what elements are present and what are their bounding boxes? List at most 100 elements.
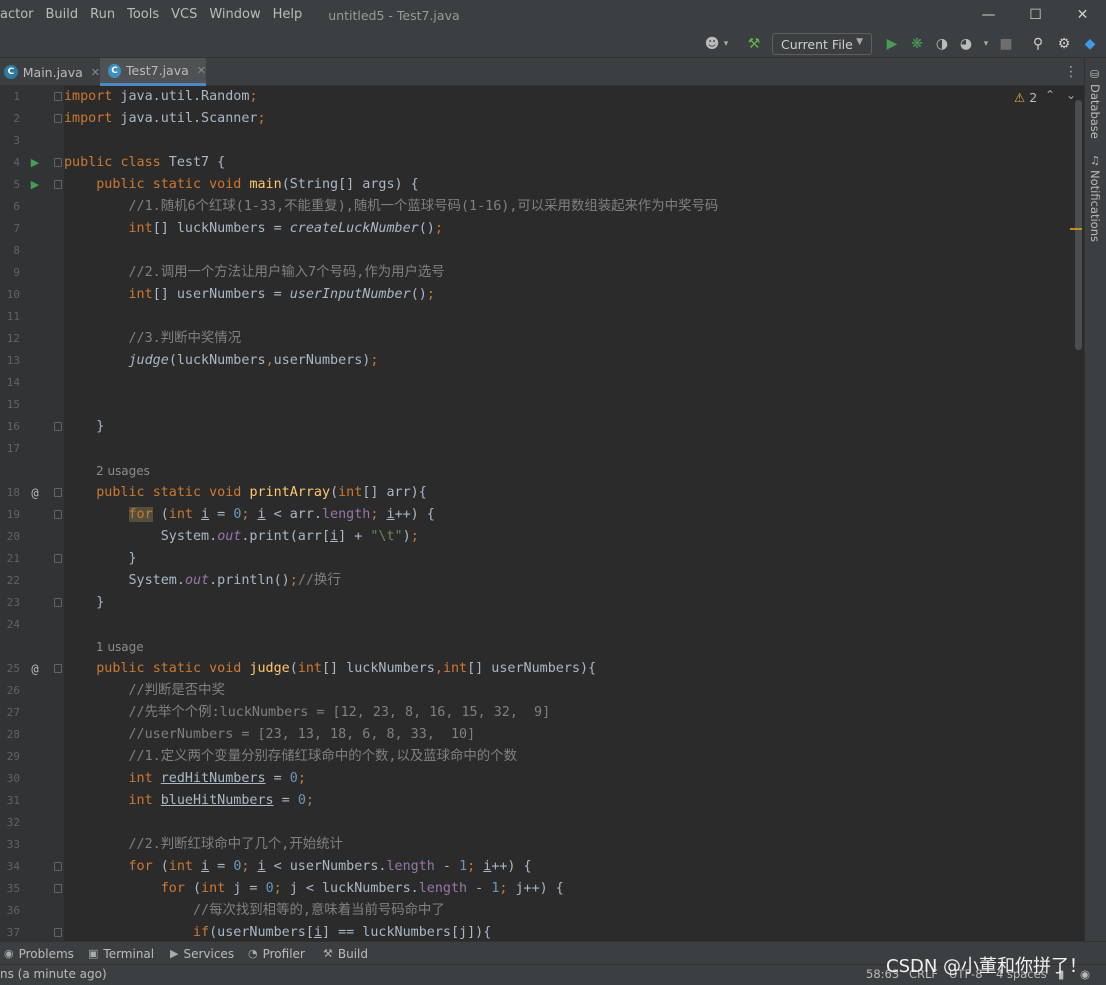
line-number[interactable]: 31 — [0, 790, 20, 812]
fold-marker-icon[interactable] — [54, 598, 62, 607]
code-line[interactable]: 25 @ public static void judge(int[] luckN… — [0, 658, 1076, 680]
fold-marker-icon[interactable] — [54, 114, 62, 123]
line-number[interactable]: 25 — [0, 658, 20, 680]
fold-marker-icon[interactable] — [54, 664, 62, 673]
run-gutter-icon[interactable]: ▶ — [28, 174, 42, 196]
code-line[interactable]: 36 //每次找到相等的,意味着当前号码命中了 — [0, 900, 1076, 922]
line-number[interactable]: 20 — [0, 526, 20, 548]
code-line[interactable]: 15 — [0, 394, 1076, 416]
services-tool-button[interactable]: ▶ Services — [170, 942, 234, 965]
code-line[interactable]: 16 } — [0, 416, 1076, 438]
line-number[interactable]: 23 — [0, 592, 20, 614]
code-line[interactable]: 26 //判断是否中奖 — [0, 680, 1076, 702]
warning-stripe-marker[interactable] — [1070, 228, 1082, 230]
code-line[interactable]: 23 } — [0, 592, 1076, 614]
debug-bug-icon[interactable]: ❋ — [907, 34, 927, 54]
menu-refactor[interactable]: actor — [0, 0, 40, 30]
coverage-icon[interactable]: ◑ — [932, 34, 952, 54]
code-line[interactable]: 7 int[] luckNumbers = createLuckNumber()… — [0, 218, 1076, 240]
line-number[interactable]: 30 — [0, 768, 20, 790]
line-number[interactable]: 35 — [0, 878, 20, 900]
code-line[interactable]: 8 — [0, 240, 1076, 262]
chevron-down-icon[interactable]: ⌄ — [1066, 88, 1076, 102]
code-line[interactable]: 31 int blueHitNumbers = 0; — [0, 790, 1076, 812]
more-run-dropdown-icon[interactable]: ▾ — [976, 34, 996, 54]
line-number[interactable]: 9 — [0, 262, 20, 284]
run-gutter-icon[interactable]: ▶ — [28, 152, 42, 174]
line-number[interactable]: 8 — [0, 240, 20, 262]
line-number[interactable]: 7 — [0, 218, 20, 240]
usages-hint[interactable]: 1 usage — [96, 636, 144, 658]
line-number[interactable]: 18 — [0, 482, 20, 504]
line-number[interactable]: 15 — [0, 394, 20, 416]
code-line[interactable]: 9 //2.调用一个方法让用户输入7个号码,作为用户选号 — [0, 262, 1076, 284]
code-line[interactable]: 14 — [0, 372, 1076, 394]
code-line[interactable]: 18 @ public static void printArray(int[] … — [0, 482, 1076, 504]
usages-gutter-icon[interactable]: @ — [28, 482, 42, 504]
line-number[interactable]: 26 — [0, 680, 20, 702]
fold-marker-icon[interactable] — [54, 422, 62, 431]
line-number[interactable]: 13 — [0, 350, 20, 372]
fold-marker-icon[interactable] — [54, 884, 62, 893]
inspection-widget[interactable]: ⚠ 2 — [1014, 90, 1037, 105]
bell-icon[interactable]: ♫ — [1090, 154, 1100, 167]
line-number[interactable]: 29 — [0, 746, 20, 768]
code-line[interactable]: 34 for (int i = 0; i < userNumbers.lengt… — [0, 856, 1076, 878]
usages-hint[interactable]: 2 usages — [96, 460, 150, 482]
line-number[interactable]: 27 — [0, 702, 20, 724]
usages-gutter-icon[interactable]: @ — [28, 658, 42, 680]
tab-options-icon[interactable]: ⋮ — [1064, 64, 1078, 80]
code-line[interactable]: 13 judge(luckNumbers,userNumbers); — [0, 350, 1076, 372]
line-number[interactable]: 22 — [0, 570, 20, 592]
code-line[interactable]: 10 int[] userNumbers = userInputNumber()… — [0, 284, 1076, 306]
code-line[interactable]: 30 int redHitNumbers = 0; — [0, 768, 1076, 790]
fold-marker-icon[interactable] — [54, 92, 62, 101]
line-number[interactable]: 33 — [0, 834, 20, 856]
line-number[interactable]: 34 — [0, 856, 20, 878]
menu-build[interactable]: Build — [40, 0, 85, 30]
line-number[interactable]: 21 — [0, 548, 20, 570]
line-number[interactable]: 36 — [0, 900, 20, 922]
database-tool-button[interactable]: Database — [1088, 84, 1102, 139]
code-line[interactable]: 21 } — [0, 548, 1076, 570]
problems-tool-button[interactable]: ◉ Problems — [4, 942, 74, 965]
search-icon[interactable]: ⚲ — [1028, 34, 1048, 54]
terminal-tool-button[interactable]: ▣ Terminal — [88, 942, 154, 965]
jetbrains-logo-icon[interactable]: ◆ — [1080, 34, 1100, 54]
profiler-tool-button[interactable]: ◔ Profiler — [248, 942, 305, 965]
database-icon[interactable]: ⛁ — [1090, 68, 1099, 81]
code-editor[interactable]: 1 import java.util.Random; 2 import java.ut… — [0, 86, 1084, 941]
close-window-icon[interactable]: ✕ — [1059, 0, 1106, 30]
fold-marker-icon[interactable] — [54, 928, 62, 937]
close-icon[interactable]: ✕ — [91, 66, 100, 79]
code-line[interactable]: 28 //userNumbers = [23, 13, 18, 6, 8, 33… — [0, 724, 1076, 746]
code-line[interactable]: 35 for (int j = 0; j < luckNumbers.lengt… — [0, 878, 1076, 900]
code-line[interactable]: 24 — [0, 614, 1076, 636]
code-line[interactable]: 5 ▶ public static void main(String[] args… — [0, 174, 1076, 196]
line-number[interactable]: 32 — [0, 812, 20, 834]
code-line[interactable]: 3 — [0, 130, 1076, 152]
line-number[interactable]: 17 — [0, 438, 20, 460]
minimize-icon[interactable]: — — [965, 0, 1012, 30]
editor-scrollbar[interactable] — [1075, 100, 1082, 350]
line-number[interactable]: 37 — [0, 922, 20, 941]
code-line[interactable]: 17 — [0, 438, 1076, 460]
profile-icon[interactable]: ◕ — [956, 34, 976, 54]
code-line[interactable]: 20 System.out.print(arr[i] + "\t"); — [0, 526, 1076, 548]
run-config-select[interactable]: Current File ▼ — [772, 33, 872, 55]
line-number[interactable]: 2 — [0, 108, 20, 130]
stop-icon[interactable]: ■ — [996, 34, 1016, 54]
tab-test7-java[interactable]: C Test7.java ✕ — [100, 58, 206, 86]
line-number[interactable]: 12 — [0, 328, 20, 350]
line-number[interactable]: 4 — [0, 152, 20, 174]
build-tool-button[interactable]: ⚒ Build — [323, 942, 368, 965]
status-message[interactable]: ns (a minute ago) — [0, 967, 107, 981]
chevron-up-icon[interactable]: ⌃ — [1045, 88, 1055, 102]
fold-marker-icon[interactable] — [54, 180, 62, 189]
menu-run[interactable]: Run — [84, 0, 121, 30]
menu-help[interactable]: Help — [267, 0, 309, 30]
line-number[interactable]: 28 — [0, 724, 20, 746]
line-number[interactable]: 10 — [0, 284, 20, 306]
code-line[interactable]: 2 import java.util.Scanner; — [0, 108, 1076, 130]
menu-window[interactable]: Window — [203, 0, 266, 30]
